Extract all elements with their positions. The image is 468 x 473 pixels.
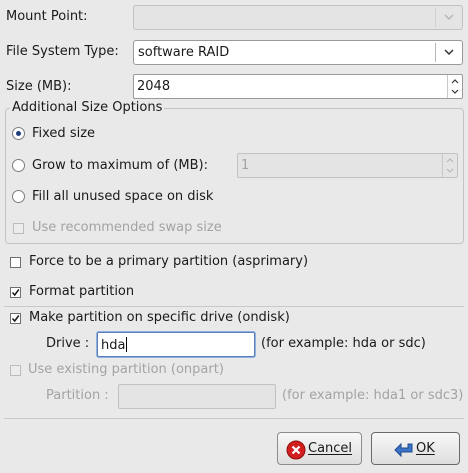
partition-label: Partition : <box>46 388 109 403</box>
ok-icon <box>394 440 414 460</box>
separator <box>4 418 464 419</box>
format-partition-label[interactable]: Format partition <box>29 284 134 300</box>
fill-disk-radio[interactable] <box>12 190 25 203</box>
swap-size-label: Use recommended swap size <box>32 220 222 235</box>
drive-label: Drive : <box>46 336 90 351</box>
drive-value: hda <box>101 338 126 353</box>
grow-max-spinbutton: 1 <box>237 153 458 178</box>
partition-hint: (for example: hda1 or sdc3) <box>282 388 464 403</box>
onpart-label: Use existing partition (onpart) <box>28 362 224 377</box>
format-partition-checkbox[interactable] <box>10 287 21 298</box>
separator <box>4 306 464 307</box>
cancel-button[interactable]: Cancel <box>277 432 362 465</box>
fixed-size-radio[interactable] <box>12 127 25 140</box>
fs-type-label: File System Type: <box>6 44 119 59</box>
swap-size-checkbox <box>13 223 24 234</box>
fill-disk-label[interactable]: Fill all unused space on disk <box>32 189 213 205</box>
spin-arrows-icon <box>442 154 457 177</box>
mount-point-combo <box>133 5 463 30</box>
ok-button[interactable]: OK <box>371 432 460 465</box>
size-label: Size (MB): <box>6 79 72 94</box>
mount-point-label: Mount Point: <box>6 9 88 24</box>
drive-hint: (for example: hda or sdc) <box>261 336 426 351</box>
grow-to-max-label[interactable]: Grow to maximum of (MB): <box>32 158 208 174</box>
partition-input <box>118 384 276 409</box>
primary-partition-checkbox[interactable] <box>10 257 21 268</box>
size-spinbutton[interactable]: 2048 <box>133 74 463 99</box>
cancel-label: Cancel <box>308 441 353 456</box>
primary-partition-label[interactable]: Force to be a primary partition (asprima… <box>29 254 308 270</box>
chevron-down-icon <box>436 6 462 29</box>
ondisk-label[interactable]: Make partition on specific drive (ondisk… <box>29 310 290 326</box>
ondisk-checkbox[interactable] <box>10 313 21 324</box>
ok-label: OK <box>416 441 435 456</box>
grow-max-value: 1 <box>241 158 250 173</box>
fs-type-combo[interactable]: software RAID <box>133 40 463 65</box>
cancel-icon <box>286 440 306 460</box>
grow-to-max-radio[interactable] <box>12 159 25 172</box>
drive-input[interactable]: hda <box>97 332 255 357</box>
size-options-title: Additional Size Options <box>10 100 165 116</box>
spin-arrows-icon[interactable] <box>447 75 462 98</box>
fixed-size-label[interactable]: Fixed size <box>32 126 95 142</box>
fs-type-value: software RAID <box>138 45 230 60</box>
chevron-down-icon[interactable] <box>436 41 462 64</box>
onpart-checkbox <box>10 365 21 376</box>
size-value: 2048 <box>137 79 171 94</box>
